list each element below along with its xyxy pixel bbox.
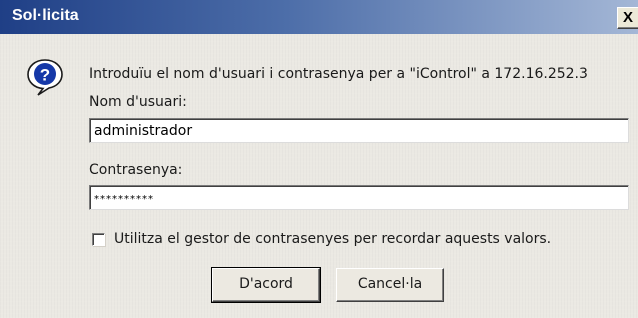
window-title: Sol·licita (12, 7, 79, 24)
username-label: Nom d'usuari: (89, 94, 187, 110)
login-dialog: Sol·licita X ? Introduïu el nom d'usuari… (0, 0, 638, 318)
password-label: Contrasenya: (89, 162, 183, 178)
ok-button-label: D'acord (239, 276, 293, 292)
question-icon: ? (27, 59, 63, 96)
close-button[interactable]: X (617, 7, 638, 29)
cancel-button-label: Cancel·la (357, 276, 423, 292)
cancel-button[interactable]: Cancel·la (336, 268, 444, 302)
remember-password-label[interactable]: Utilitza el gestor de contrasenyes per r… (114, 231, 551, 247)
remember-password-checkbox[interactable] (92, 233, 105, 246)
title-bar[interactable]: Sol·licita X (0, 0, 638, 34)
svg-text:?: ? (40, 66, 50, 85)
ok-button[interactable]: D'acord (212, 268, 320, 302)
prompt-message: Introduïu el nom d'usuari i contrasenya … (89, 66, 588, 82)
username-input[interactable] (89, 118, 629, 143)
password-input[interactable] (89, 185, 629, 210)
